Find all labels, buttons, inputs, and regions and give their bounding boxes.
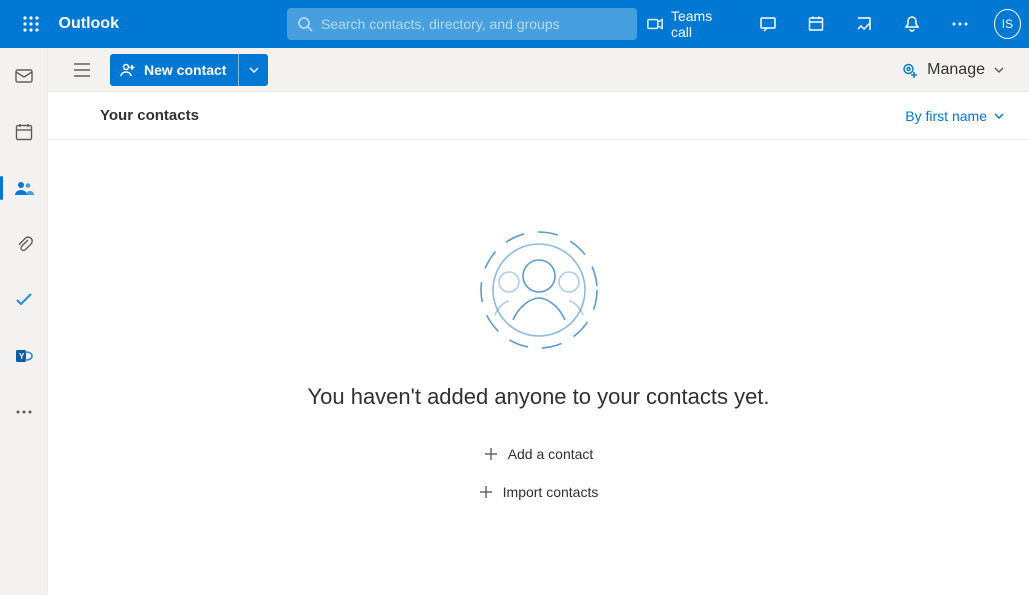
command-bar: New contact Manage — [48, 48, 1029, 92]
add-contact-icon — [120, 62, 136, 78]
sort-label: By first name — [905, 108, 987, 124]
attachment-icon — [14, 234, 34, 254]
chat-icon — [759, 15, 777, 33]
my-day-icon — [807, 15, 825, 33]
svg-text:Y: Y — [19, 352, 25, 361]
video-icon — [647, 17, 663, 31]
hamburger-icon — [73, 63, 91, 77]
header-actions: Teams call IS — [637, 0, 1021, 48]
new-contact-dropdown[interactable] — [238, 54, 268, 86]
add-contact-link[interactable]: Add a contact — [484, 440, 594, 468]
search-box[interactable]: Search contacts, directory, and groups — [287, 8, 637, 40]
tips-icon — [855, 15, 873, 33]
search-icon — [297, 16, 313, 32]
import-contacts-link[interactable]: Import contacts — [479, 478, 599, 506]
rail-yammer[interactable]: Y — [0, 340, 48, 372]
waffle-icon — [23, 16, 39, 32]
rail-calendar[interactable] — [0, 116, 48, 148]
tips-button[interactable] — [844, 0, 884, 48]
left-rail: Y — [0, 48, 48, 595]
mail-icon — [14, 66, 34, 86]
rail-mail[interactable] — [0, 60, 48, 92]
rail-people[interactable] — [0, 172, 48, 204]
sub-header: Your contacts By first name — [48, 92, 1029, 140]
avatar-initials: IS — [1002, 17, 1013, 31]
more-horizontal-icon — [951, 15, 969, 33]
new-contact-button[interactable]: New contact — [110, 54, 238, 86]
sort-button[interactable]: By first name — [905, 108, 1009, 124]
chevron-down-icon — [993, 64, 1005, 76]
page-title: Your contacts — [100, 107, 199, 124]
notifications-button[interactable] — [892, 0, 932, 48]
calendar-icon — [14, 122, 34, 142]
chat-button[interactable] — [748, 0, 788, 48]
add-contact-label: Add a contact — [508, 446, 594, 462]
bell-icon — [903, 15, 921, 33]
more-button[interactable] — [940, 0, 980, 48]
chevron-down-icon — [993, 110, 1005, 122]
calendar-button[interactable] — [796, 0, 836, 48]
rail-todo[interactable] — [0, 284, 48, 316]
new-contact-label: New contact — [144, 62, 226, 78]
content-area: New contact Manage — [48, 48, 1029, 595]
chevron-down-icon — [248, 64, 260, 76]
empty-heading: You haven't added anyone to your contact… — [307, 384, 769, 410]
teams-call-button[interactable]: Teams call — [637, 0, 740, 48]
gear-add-icon — [901, 61, 919, 79]
manage-button[interactable]: Manage — [893, 55, 1013, 85]
plus-icon — [484, 447, 498, 461]
manage-label: Manage — [927, 61, 985, 79]
app-title[interactable]: Outlook — [59, 15, 119, 33]
import-contacts-label: Import contacts — [503, 484, 599, 500]
search-placeholder: Search contacts, directory, and groups — [321, 16, 560, 32]
more-horizontal-icon — [14, 402, 34, 422]
empty-contacts-illustration — [469, 220, 609, 360]
empty-state: You haven't added anyone to your contact… — [48, 140, 1029, 595]
rail-files[interactable] — [0, 228, 48, 260]
teams-call-label: Teams call — [671, 8, 730, 40]
new-contact-split-button[interactable]: New contact — [110, 54, 268, 86]
rail-more[interactable] — [0, 396, 48, 428]
people-icon — [14, 178, 34, 198]
todo-icon — [14, 290, 34, 310]
app-launcher-button[interactable] — [8, 0, 55, 48]
account-avatar[interactable]: IS — [994, 9, 1021, 39]
sidebar-toggle-button[interactable] — [64, 52, 100, 88]
app-header: Outlook Search contacts, directory, and … — [0, 0, 1029, 48]
plus-icon — [479, 485, 493, 499]
yammer-icon: Y — [14, 346, 34, 366]
